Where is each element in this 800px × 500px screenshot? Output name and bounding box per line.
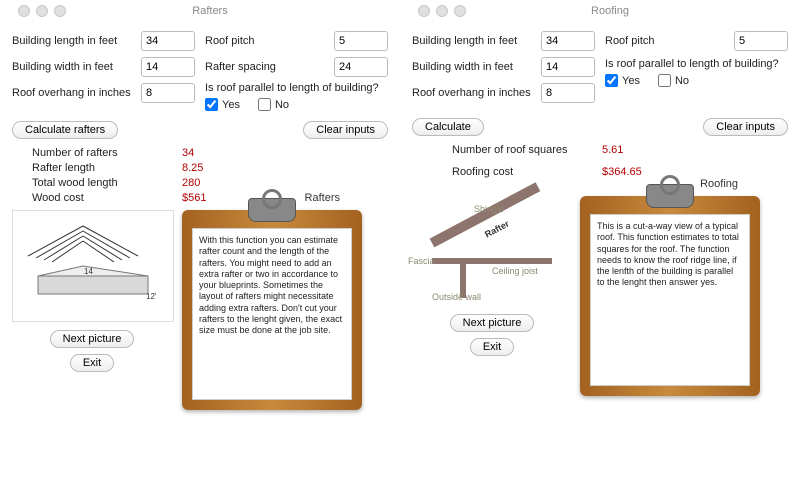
num-rafters-label: Number of rafters bbox=[32, 147, 182, 159]
rafter-length-value: 8.25 bbox=[182, 162, 203, 174]
yes-label: Yes bbox=[222, 99, 240, 111]
building-width-input[interactable] bbox=[141, 57, 195, 77]
next-picture-button[interactable]: Next picture bbox=[50, 330, 135, 348]
roofing-window: Roofing Building length in feet Building… bbox=[400, 0, 800, 500]
clipboard-text: With this function you can estimate raft… bbox=[192, 228, 352, 400]
next-picture-button[interactable]: Next picture bbox=[450, 314, 535, 332]
parallel-question: Is roof parallel to length of building? bbox=[605, 58, 788, 70]
no-label: No bbox=[275, 99, 289, 111]
roofing-cost-value: $364.65 bbox=[602, 166, 642, 178]
rafter-label: Rafter bbox=[483, 218, 511, 239]
total-wood-value: 280 bbox=[182, 177, 200, 189]
roofing-cost-label: Roofing cost bbox=[452, 166, 602, 178]
building-width-label: Building width in feet bbox=[12, 61, 141, 73]
roofing-diagram: Shingle Rafter Ceiling joist Fascia Outs… bbox=[412, 196, 572, 306]
exit-button[interactable]: Exit bbox=[70, 354, 114, 372]
parallel-yes-checkbox[interactable] bbox=[205, 98, 218, 111]
rafter-spacing-input[interactable] bbox=[334, 57, 388, 77]
clipboard: Roofing This is a cut-a-way view of a ty… bbox=[580, 196, 760, 396]
roof-pitch-input[interactable] bbox=[734, 31, 788, 51]
roof-pitch-label: Roof pitch bbox=[205, 35, 334, 47]
rafter-diagram: 14 12' bbox=[12, 210, 174, 322]
outside-wall-label: Outside wall bbox=[432, 292, 481, 302]
clipboard-clip-icon bbox=[646, 184, 694, 208]
results: Number of roof squares5.61 Roofing cost$… bbox=[452, 144, 788, 178]
close-icon[interactable] bbox=[18, 5, 30, 17]
window-title: Roofing bbox=[432, 5, 788, 17]
titlebar: Rafters bbox=[12, 0, 388, 22]
roof-overhang-label: Roof overhang in inches bbox=[12, 87, 141, 99]
roof-overhang-label: Roof overhang in inches bbox=[412, 87, 541, 99]
clipboard-title: Rafters bbox=[305, 192, 340, 204]
total-wood-label: Total wood length bbox=[32, 177, 182, 189]
clear-inputs-button[interactable]: Clear inputs bbox=[703, 118, 788, 136]
roof-squares-value: 5.61 bbox=[602, 144, 623, 156]
building-width-label: Building width in feet bbox=[412, 61, 541, 73]
building-length-label: Building length in feet bbox=[412, 35, 541, 47]
calculate-button[interactable]: Calculate bbox=[412, 118, 484, 136]
rafter-spacing-label: Rafter spacing bbox=[205, 61, 334, 73]
clipboard-clip-icon bbox=[248, 198, 296, 222]
yes-label: Yes bbox=[622, 75, 640, 87]
titlebar: Roofing bbox=[412, 0, 788, 22]
roof-pitch-input[interactable] bbox=[334, 31, 388, 51]
calculate-rafters-button[interactable]: Calculate rafters bbox=[12, 121, 118, 139]
clipboard-text: This is a cut-a-way view of a typical ro… bbox=[590, 214, 750, 386]
building-length-input[interactable] bbox=[541, 31, 595, 51]
building-length-label: Building length in feet bbox=[12, 35, 141, 47]
shingle-label: Shingle bbox=[474, 204, 504, 214]
clear-inputs-button[interactable]: Clear inputs bbox=[303, 121, 388, 139]
roof-overhang-input[interactable] bbox=[141, 83, 195, 103]
window-title: Rafters bbox=[32, 5, 388, 17]
clipboard: Rafters With this function you can estim… bbox=[182, 210, 362, 410]
form-area: Building length in feet Building width i… bbox=[12, 26, 388, 111]
parallel-no-checkbox[interactable] bbox=[258, 98, 271, 111]
form-area: Building length in feet Building width i… bbox=[412, 26, 788, 108]
wood-cost-value: $561 bbox=[182, 192, 206, 204]
building-length-input[interactable] bbox=[141, 31, 195, 51]
parallel-question: Is roof parallel to length of building? bbox=[205, 82, 388, 94]
roof-pitch-label: Roof pitch bbox=[605, 35, 734, 47]
close-icon[interactable] bbox=[418, 5, 430, 17]
ceiling-joist-label: Ceiling joist bbox=[492, 266, 538, 276]
num-rafters-value: 34 bbox=[182, 147, 194, 159]
parallel-no-checkbox[interactable] bbox=[658, 74, 671, 87]
roof-squares-label: Number of roof squares bbox=[452, 144, 602, 156]
parallel-yes-checkbox[interactable] bbox=[605, 74, 618, 87]
clipboard-title: Roofing bbox=[700, 178, 738, 190]
rafters-window: Rafters Building length in feet Building… bbox=[0, 0, 400, 500]
roof-overhang-input[interactable] bbox=[541, 83, 595, 103]
wood-cost-label: Wood cost bbox=[32, 192, 182, 204]
diagram-length-label: 12' bbox=[146, 292, 157, 301]
building-width-input[interactable] bbox=[541, 57, 595, 77]
rafter-length-label: Rafter length bbox=[32, 162, 182, 174]
exit-button[interactable]: Exit bbox=[470, 338, 514, 356]
diagram-width-label: 14 bbox=[84, 267, 93, 276]
no-label: No bbox=[675, 75, 689, 87]
fascia-label: Fascia bbox=[408, 256, 435, 266]
